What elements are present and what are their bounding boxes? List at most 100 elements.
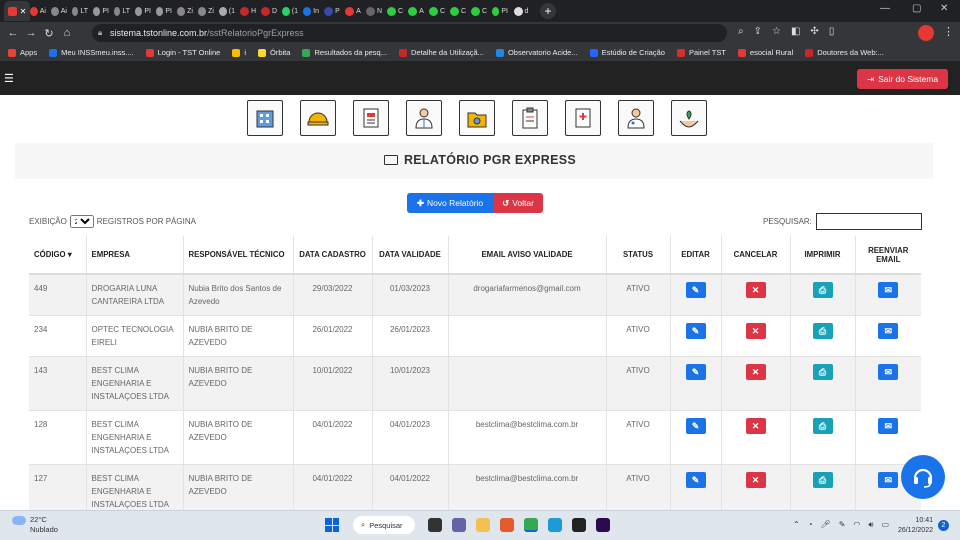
col-cadastro[interactable]: DATA CADASTRO xyxy=(293,236,373,275)
wifi-icon[interactable]: ◠ xyxy=(853,520,860,530)
chrome-icon[interactable] xyxy=(524,518,538,532)
cancel-button[interactable]: ✕ xyxy=(745,323,766,339)
notification-badge[interactable]: 2 xyxy=(938,520,949,531)
share-icon[interactable]: ⇪ xyxy=(754,26,762,37)
puzzle-icon[interactable]: ✣ xyxy=(810,26,818,37)
browser-tab[interactable]: Zi xyxy=(198,2,214,20)
browser-tab[interactable]: P xyxy=(324,2,340,20)
bookmark-item[interactable]: Login - TST Online xyxy=(145,48,220,57)
print-button[interactable]: ⎙ xyxy=(812,364,833,380)
cancel-button[interactable]: ✕ xyxy=(745,282,766,298)
new-report-button[interactable]: ✚ Novo Relatório xyxy=(407,193,493,213)
weather-widget[interactable]: 22°C Nublado xyxy=(12,515,58,535)
module-button[interactable] xyxy=(565,100,601,136)
sidebar-icon[interactable]: ▯ xyxy=(829,26,835,37)
col-cancelar[interactable]: CANCELAR xyxy=(721,236,791,275)
browser-tab[interactable]: PI xyxy=(135,2,151,20)
browser-tab[interactable]: (1 xyxy=(219,2,235,20)
browser-tab[interactable]: LT xyxy=(114,2,130,20)
module-button[interactable] xyxy=(618,100,654,136)
new-tab-button[interactable]: + xyxy=(540,3,556,19)
edit-button[interactable]: ✎ xyxy=(685,282,706,298)
module-button[interactable] xyxy=(406,100,442,136)
bookmark-item[interactable]: Meu INSSmeu.inss.... xyxy=(49,48,134,57)
bookmark-item[interactable]: Painel TST xyxy=(676,48,726,57)
browser-tab[interactable]: (1 xyxy=(282,2,298,20)
browser-tab[interactable]: C xyxy=(429,2,445,20)
module-button[interactable] xyxy=(353,100,389,136)
browser-tab[interactable]: H xyxy=(240,2,256,20)
search-icon[interactable]: ⌕ xyxy=(738,26,744,37)
clock[interactable]: 10:41 26/12/2022 xyxy=(893,516,933,536)
browser-tab[interactable]: Ai xyxy=(30,2,46,20)
browser-tab[interactable]: A xyxy=(408,2,424,20)
print-button[interactable]: ⎙ xyxy=(812,472,833,488)
firefox-icon[interactable] xyxy=(500,518,514,532)
microphone-icon[interactable]: 🎤︎ xyxy=(821,520,831,530)
browser-tab[interactable]: D xyxy=(261,2,277,20)
browser-tab[interactable]: A xyxy=(345,2,361,20)
browser-tab[interactable]: PI xyxy=(93,2,109,20)
close-tab-icon[interactable]: ✕ xyxy=(20,7,27,16)
back-arrow-icon[interactable]: ← xyxy=(4,27,22,39)
bookmark-item[interactable]: Órbita xyxy=(258,48,290,57)
volume-icon[interactable]: 🔊︎ xyxy=(868,520,873,530)
more-menu-icon[interactable]: ⋮ xyxy=(943,25,954,38)
task-view-icon[interactable] xyxy=(428,518,442,532)
browser-tab[interactable]: Ai xyxy=(51,2,67,20)
module-button[interactable] xyxy=(247,100,283,136)
per-page-select[interactable]: 20 xyxy=(69,215,94,228)
col-codigo[interactable]: CÓDIGO ▾ xyxy=(29,236,87,275)
col-email[interactable]: EMAIL AVISO VALIDADE xyxy=(448,236,607,275)
col-validade[interactable]: DATA VALIDADE xyxy=(372,236,449,275)
browser-tab[interactable]: PI xyxy=(492,2,508,20)
chat-icon[interactable]: ◔ xyxy=(808,520,813,530)
module-button[interactable] xyxy=(459,100,495,136)
browser-tab[interactable]: C xyxy=(450,2,466,20)
forward-arrow-icon[interactable]: → xyxy=(22,27,40,39)
cancel-button[interactable]: ✕ xyxy=(745,418,766,434)
bookmark-item[interactable]: Observatorio Acide... xyxy=(495,48,578,57)
battery-icon[interactable]: ▭ xyxy=(881,520,889,530)
resend-email-button[interactable]: ✉ xyxy=(878,323,899,339)
bookmark-item[interactable]: Resultados da pesq... xyxy=(302,48,387,57)
col-editar[interactable]: EDITAR xyxy=(670,236,722,275)
col-reenviar[interactable]: REENVIAR EMAIL xyxy=(855,236,921,275)
logout-button[interactable]: ⇥ Sair do Sistema xyxy=(857,69,948,89)
resend-email-button[interactable]: ✉ xyxy=(878,418,899,434)
col-status[interactable]: STATUS xyxy=(606,236,671,275)
edit-button[interactable]: ✎ xyxy=(685,364,706,380)
browser-tab[interactable]: C xyxy=(471,2,487,20)
start-button[interactable] xyxy=(325,518,339,532)
browser-tab[interactable]: d xyxy=(513,2,529,20)
col-empresa[interactable]: EMPRESA xyxy=(86,236,184,275)
browser-tab[interactable]: C xyxy=(387,2,403,20)
minimize-icon[interactable]: — xyxy=(880,3,890,14)
back-button[interactable]: ↺ Voltar xyxy=(493,193,543,213)
hamburger-menu-icon[interactable]: ☰ xyxy=(4,72,14,85)
browser-tab[interactable]: LT xyxy=(72,2,88,20)
edit-button[interactable]: ✎ xyxy=(685,418,706,434)
bookmark-item[interactable]: i xyxy=(232,48,246,57)
app-icon[interactable] xyxy=(572,518,586,532)
url-field[interactable]: 🔒︎ sistema.tstonline.com.br/sstRelatorio… xyxy=(92,24,727,42)
bookmark-item[interactable]: Detalhe da Utilizaçã... xyxy=(398,48,484,57)
browser-tab[interactable]: In xyxy=(303,2,319,20)
module-button[interactable] xyxy=(512,100,548,136)
teams-icon[interactable] xyxy=(452,518,466,532)
profile-avatar[interactable] xyxy=(918,25,934,41)
pen-icon[interactable]: ✎ xyxy=(839,520,846,530)
bookmark-item[interactable]: Estúdio de Criação xyxy=(589,48,665,57)
search-input[interactable] xyxy=(815,213,922,230)
cancel-button[interactable]: ✕ xyxy=(745,472,766,488)
chevron-up-icon[interactable]: ⌃ xyxy=(793,520,800,530)
col-imprimir[interactable]: IMPRIMIR xyxy=(790,236,856,275)
browser-tab[interactable]: N xyxy=(366,2,382,20)
extension-icon[interactable]: ◧ xyxy=(791,26,800,37)
resend-email-button[interactable]: ✉ xyxy=(878,472,899,488)
bookmark-item[interactable]: Doutores da Web:... xyxy=(805,48,884,57)
taskbar-search[interactable]: ⌕ Pesquisar xyxy=(353,516,415,534)
browser-tab[interactable]: PI xyxy=(156,2,172,20)
premiere-icon[interactable] xyxy=(596,518,610,532)
bookmark-item[interactable]: esocial Rural xyxy=(737,48,793,57)
